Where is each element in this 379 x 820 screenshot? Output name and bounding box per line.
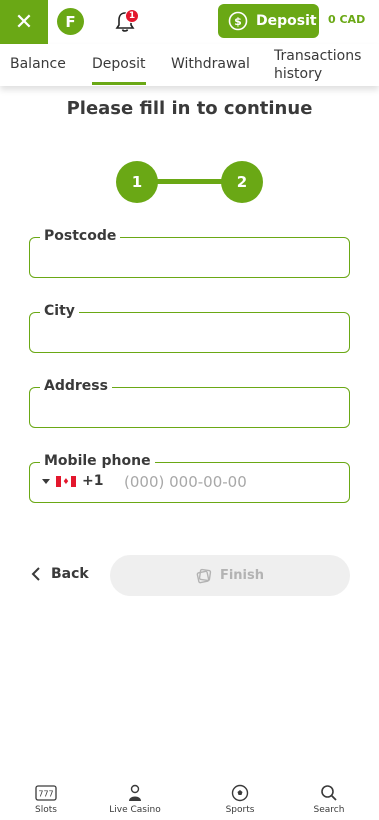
finish-label: Finish [219,568,265,583]
bottom-navigation: 777 Slots Live Casino Sports Search [0,776,379,820]
deposit-button[interactable]: $ Deposit [218,4,319,38]
canada-flag-icon: ♦ [56,475,76,487]
svg-text:777: 777 [38,790,53,799]
top-bar: ✕ F 1 $ Deposit 0 CAD [0,0,379,44]
avatar[interactable]: F [57,8,84,35]
postcode-field[interactable]: Postcode [29,227,350,278]
chevron-left-icon [31,567,40,581]
tab-bar: Balance Deposit Withdrawal Transactions … [0,44,379,86]
close-button[interactable]: ✕ [0,0,48,44]
nav-slots-label: Slots [35,805,57,815]
mobile-phone-field[interactable]: Mobile phone ♦ +1 (000) 000-00-00 [29,452,350,503]
cash-icon [196,568,212,583]
step-connector [156,179,224,184]
nav-search-label: Search [313,805,345,815]
step-1-indicator: 1 [116,161,158,203]
page-title: Please fill in to continue [66,98,313,119]
nav-live-casino-label: Live Casino [109,805,161,815]
address-field[interactable]: Address [29,377,350,428]
close-icon: ✕ [14,9,34,35]
tab-deposit[interactable]: Deposit [92,56,146,98]
slot-machine-icon: 777 [35,785,57,801]
soccer-ball-icon [231,784,249,802]
back-label: Back [51,566,89,582]
tab-transactions-history[interactable]: Transactions history [274,47,374,89]
dial-code: +1 [82,473,104,489]
finish-button[interactable]: Finish [110,555,350,596]
nav-sports-label: Sports [225,805,255,815]
mobile-phone-label: Mobile phone [40,452,155,470]
deposit-label: Deposit [256,13,317,29]
nav-live-casino[interactable]: Live Casino [95,784,175,815]
dollar-coin-icon: $ [228,11,248,31]
postcode-label: Postcode [40,227,121,245]
nav-slots[interactable]: 777 Slots [6,784,86,815]
balance-amount[interactable]: 0 CAD [328,13,365,26]
country-code-selector[interactable]: ♦ +1 [42,473,103,489]
tab-withdrawal[interactable]: Withdrawal [171,56,250,98]
city-label: City [40,302,79,320]
address-label: Address [40,377,112,395]
svg-text:$: $ [234,15,242,28]
dealer-icon [129,784,141,801]
nav-sports[interactable]: Sports [200,784,280,815]
back-button[interactable]: Back [31,566,89,582]
caret-down-icon [42,478,50,484]
notification-badge: 1 [125,9,139,23]
step-2-indicator: 2 [221,161,263,203]
tab-balance[interactable]: Balance [10,56,66,98]
phone-number-input[interactable]: (000) 000-00-00 [124,473,247,491]
search-icon [321,785,337,801]
nav-search[interactable]: Search [289,784,369,815]
city-field[interactable]: City [29,302,350,353]
